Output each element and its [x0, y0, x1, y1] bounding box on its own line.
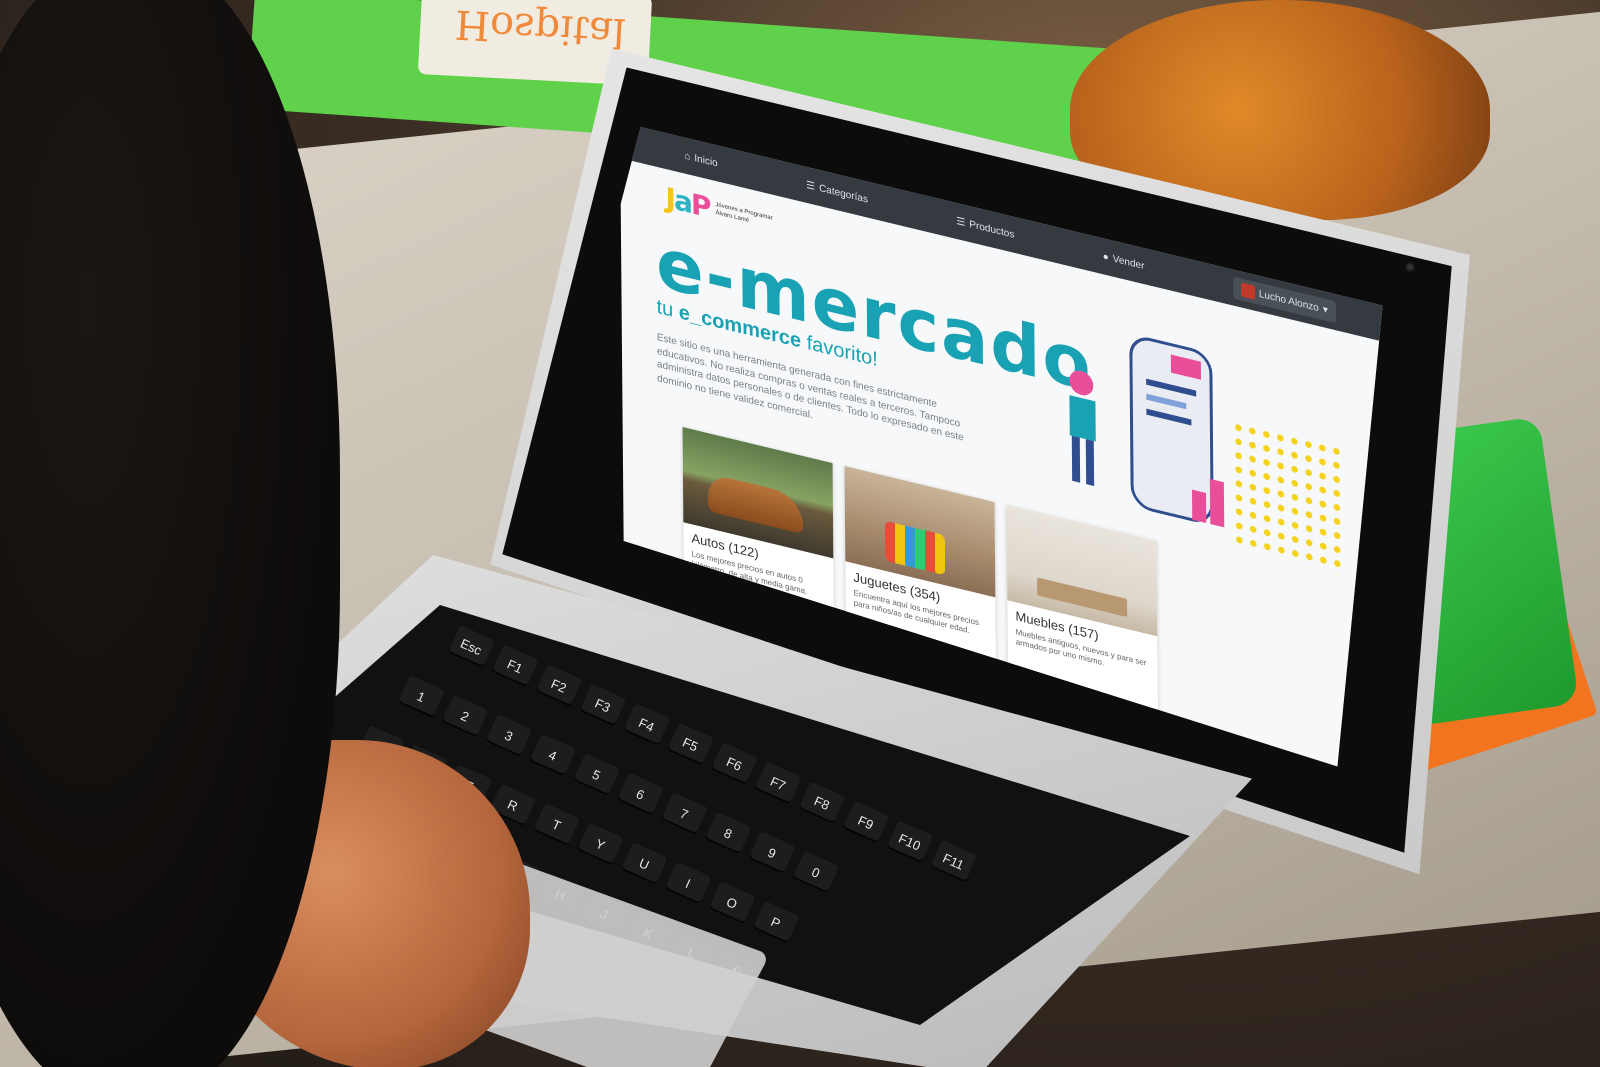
key[interactable]: T: [533, 803, 581, 846]
webcam-icon: [1405, 262, 1415, 272]
key[interactable]: F6: [710, 742, 758, 786]
user-menu-dropdown[interactable]: Lucho Alonzo ▾: [1232, 276, 1336, 324]
photo-scene: Hospital ⌂ Inicio ☰ Categorías ☰ Product…: [0, 0, 1600, 1067]
nav-label: Productos: [969, 218, 1015, 241]
person-body: [1069, 395, 1096, 442]
key[interactable]: F2: [535, 664, 583, 707]
key[interactable]: F4: [623, 703, 671, 746]
key[interactable]: O: [708, 881, 756, 925]
key[interactable]: 2: [441, 694, 489, 738]
key[interactable]: F9: [842, 800, 890, 844]
nav-productos[interactable]: ☰ Productos: [956, 215, 1014, 240]
subtitle-prefix: tu: [656, 295, 679, 324]
home-icon: ⌂: [684, 149, 691, 163]
person-leg: [1085, 439, 1095, 487]
caret-down-icon: ▾: [1322, 303, 1328, 316]
key[interactable]: P: [752, 900, 800, 944]
key[interactable]: 6: [617, 772, 664, 816]
key[interactable]: I: [664, 861, 712, 905]
key[interactable]: F11: [930, 839, 978, 883]
nav-label: Vender: [1112, 253, 1145, 272]
key[interactable]: 7: [660, 792, 708, 836]
key[interactable]: 9: [748, 831, 796, 875]
key[interactable]: Y: [577, 822, 624, 866]
person-leg: [1071, 435, 1081, 483]
key[interactable]: F7: [754, 761, 802, 805]
key[interactable]: 0: [792, 850, 840, 894]
key[interactable]: F8: [798, 781, 846, 825]
key[interactable]: F1: [491, 644, 539, 688]
key[interactable]: 1: [397, 675, 445, 718]
nav-inicio[interactable]: ⌂ Inicio: [684, 150, 718, 169]
nav-label: Categorías: [819, 182, 869, 206]
nav-categorias[interactable]: ☰ Categorías: [806, 179, 868, 205]
jap-text: Jóvenes a Programar Álvaro Lamé: [715, 202, 773, 231]
person-head: [1069, 370, 1094, 396]
key[interactable]: F5: [667, 722, 714, 766]
decorative-dots: [1231, 419, 1343, 576]
bar-shape: [1209, 478, 1225, 528]
key[interactable]: 8: [704, 811, 752, 855]
key[interactable]: Esc: [447, 625, 495, 668]
user-name: Lucho Alonzo: [1258, 288, 1319, 314]
key[interactable]: F3: [579, 683, 627, 727]
nav-vender[interactable]: ● Vender: [1103, 251, 1145, 272]
list-icon: ☰: [956, 215, 966, 229]
bar-shape: [1191, 489, 1207, 524]
avatar: [1240, 282, 1255, 300]
key[interactable]: F10: [886, 820, 934, 864]
person-silhouette: [0, 0, 340, 1067]
key[interactable]: 5: [573, 753, 621, 796]
key[interactable]: U: [620, 842, 668, 886]
user-icon: ●: [1102, 250, 1109, 264]
key[interactable]: 3: [485, 714, 533, 757]
key[interactable]: 4: [529, 733, 577, 777]
list-icon: ☰: [806, 179, 816, 193]
nav-label: Inicio: [694, 152, 718, 170]
jap-mark: JaP: [665, 180, 710, 225]
